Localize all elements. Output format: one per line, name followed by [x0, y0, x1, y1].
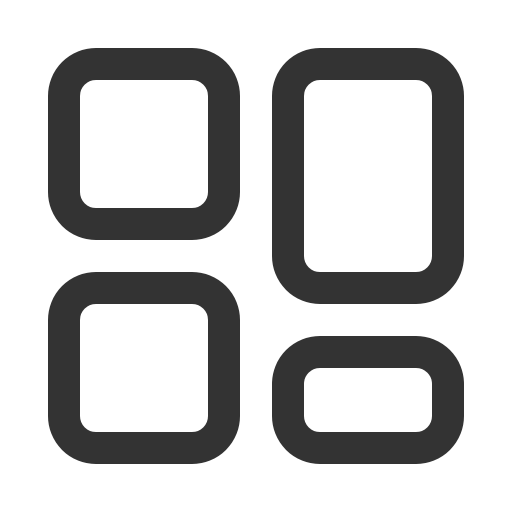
- dashboard-layout-svg: [48, 48, 464, 464]
- dashboard-layout-icon: [0, 0, 512, 512]
- tile-top-left: [48, 48, 240, 240]
- tile-top-right: [272, 48, 464, 304]
- tile-bottom-right: [272, 336, 464, 464]
- tile-bottom-left: [48, 272, 240, 464]
